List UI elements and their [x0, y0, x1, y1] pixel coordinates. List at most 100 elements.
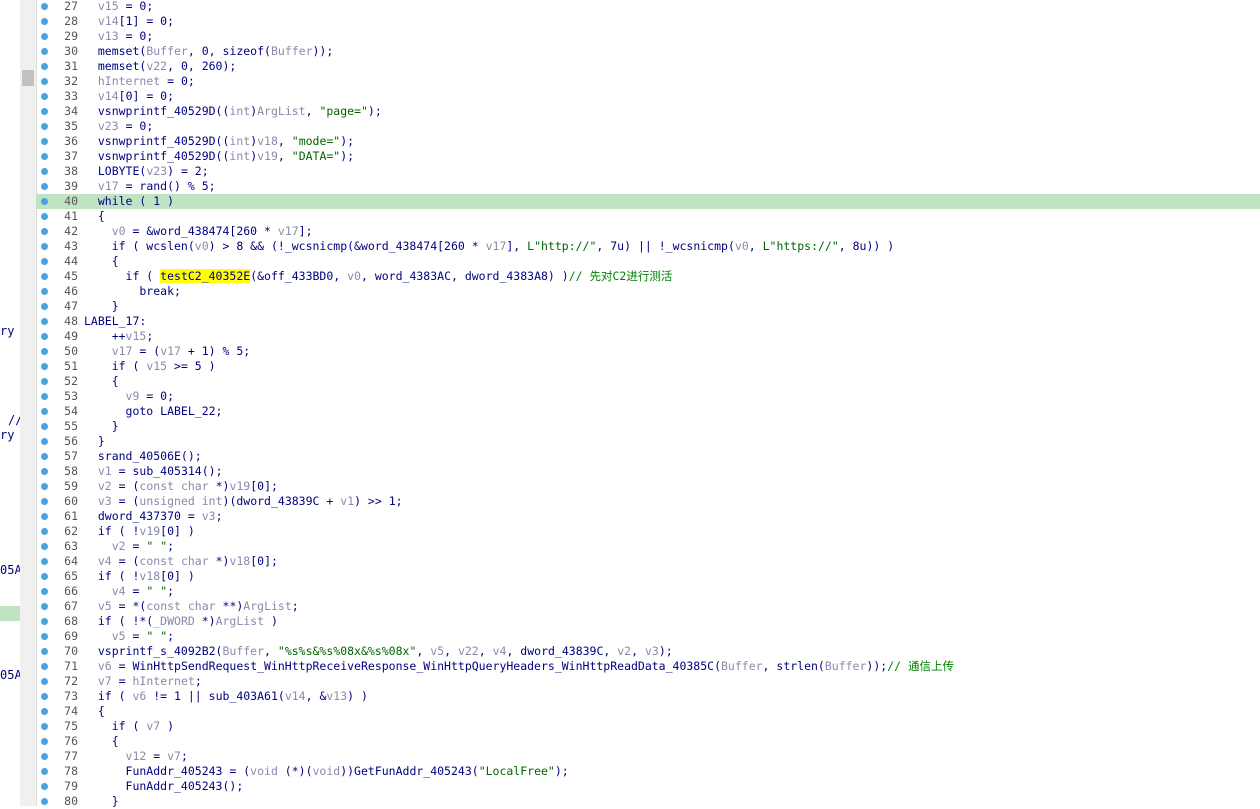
- code-line[interactable]: 68 if ( !*(_DWORD *)ArgList ): [36, 614, 1260, 629]
- code-text[interactable]: {: [84, 209, 105, 224]
- code-text[interactable]: hInternet = 0;: [84, 74, 195, 89]
- breakpoint-dot-icon[interactable]: [41, 647, 48, 655]
- breakpoint-dot-icon[interactable]: [41, 467, 48, 475]
- code-line[interactable]: 63 v2 = " ";: [36, 539, 1260, 554]
- breakpoint-dot-icon[interactable]: [41, 452, 48, 460]
- code-text[interactable]: v13 = 0;: [84, 29, 153, 44]
- code-text[interactable]: v0 = &word_438474[260 * v17];: [84, 224, 313, 239]
- breakpoint-dot-icon[interactable]: [41, 767, 48, 775]
- code-line[interactable]: 50 v17 = (v17 + 1) % 5;: [36, 344, 1260, 359]
- code-text[interactable]: if ( v6 != 1 || sub_403A61(v14, &v13) ): [84, 689, 368, 704]
- code-line[interactable]: 38 LOBYTE(v23) = 2;: [36, 164, 1260, 179]
- code-line[interactable]: 78 FunAddr_405243 = (void (*)(void))GetF…: [36, 764, 1260, 779]
- code-line[interactable]: 79 FunAddr_405243();: [36, 779, 1260, 794]
- code-text[interactable]: dword_437370 = v3;: [84, 509, 223, 524]
- code-line[interactable]: 61 dword_437370 = v3;: [36, 509, 1260, 524]
- breakpoint-dot-icon[interactable]: [41, 557, 48, 565]
- code-line[interactable]: 43 if ( wcslen(v0) > 8 && (!_wcsnicmp(&w…: [36, 239, 1260, 254]
- breakpoint-dot-icon[interactable]: [41, 17, 48, 25]
- code-line[interactable]: 45 if ( testC2_40352E(&off_433BD0, v0, w…: [36, 269, 1260, 284]
- code-line[interactable]: 55 }: [36, 419, 1260, 434]
- code-text[interactable]: {: [84, 254, 119, 269]
- code-text[interactable]: }: [84, 299, 119, 314]
- code-line[interactable]: 34 vsnwprintf_40529D((int)ArgList, "page…: [36, 104, 1260, 119]
- code-line[interactable]: 48 LABEL_17:: [36, 314, 1260, 329]
- code-line[interactable]: 76 {: [36, 734, 1260, 749]
- code-text[interactable]: v3 = (unsigned int)(dword_43839C + v1) >…: [84, 494, 403, 509]
- code-line[interactable]: 70 vsprintf_s_4092B2(Buffer, "%s%s&%s%08…: [36, 644, 1260, 659]
- code-text[interactable]: v4 = (const char *)v18[0];: [84, 554, 278, 569]
- code-line[interactable]: 73 if ( v6 != 1 || sub_403A61(v14, &v13)…: [36, 689, 1260, 704]
- code-text[interactable]: v5 = *(const char **)ArgList;: [84, 599, 299, 614]
- code-text[interactable]: LABEL_17:: [84, 314, 146, 329]
- code-text[interactable]: {: [84, 734, 119, 749]
- vertical-scrollbar[interactable]: [20, 0, 37, 806]
- breakpoint-dot-icon[interactable]: [41, 77, 48, 85]
- breakpoint-dot-icon[interactable]: [41, 212, 48, 220]
- breakpoint-dot-icon[interactable]: [41, 332, 48, 340]
- code-line[interactable]: 74 {: [36, 704, 1260, 719]
- code-text[interactable]: v15 = 0;: [84, 0, 153, 14]
- code-text[interactable]: vsnwprintf_40529D((int)ArgList, "page=")…: [84, 104, 382, 119]
- breakpoint-dot-icon[interactable]: [41, 497, 48, 505]
- breakpoint-dot-icon[interactable]: [41, 62, 48, 70]
- breakpoint-dot-icon[interactable]: [41, 692, 48, 700]
- code-line[interactable]: 40 while ( 1 ): [36, 194, 1260, 209]
- code-text[interactable]: {: [84, 374, 119, 389]
- code-text[interactable]: memset(v22, 0, 260);: [84, 59, 237, 74]
- breakpoint-dot-icon[interactable]: [41, 137, 48, 145]
- code-text[interactable]: goto LABEL_22;: [84, 404, 223, 419]
- breakpoint-dot-icon[interactable]: [41, 287, 48, 295]
- code-line[interactable]: 32 hInternet = 0;: [36, 74, 1260, 89]
- code-text[interactable]: v14[1] = 0;: [84, 14, 174, 29]
- code-line[interactable]: 47 }: [36, 299, 1260, 314]
- code-text[interactable]: v23 = 0;: [84, 119, 153, 134]
- breakpoint-dot-icon[interactable]: [41, 377, 48, 385]
- breakpoint-dot-icon[interactable]: [41, 707, 48, 715]
- breakpoint-dot-icon[interactable]: [41, 107, 48, 115]
- code-line[interactable]: 49 ++v15;: [36, 329, 1260, 344]
- code-line[interactable]: 71 v6 = WinHttpSendRequest_WinHttpReceiv…: [36, 659, 1260, 674]
- breakpoint-dot-icon[interactable]: [41, 407, 48, 415]
- breakpoint-dot-icon[interactable]: [41, 92, 48, 100]
- code-text[interactable]: {: [84, 704, 105, 719]
- code-text[interactable]: }: [84, 794, 119, 809]
- breakpoint-dot-icon[interactable]: [41, 437, 48, 445]
- breakpoint-dot-icon[interactable]: [41, 317, 48, 325]
- code-line[interactable]: 67 v5 = *(const char **)ArgList;: [36, 599, 1260, 614]
- breakpoint-dot-icon[interactable]: [41, 737, 48, 745]
- breakpoint-dot-icon[interactable]: [41, 722, 48, 730]
- code-text[interactable]: break;: [84, 284, 181, 299]
- code-text[interactable]: }: [84, 419, 119, 434]
- code-line[interactable]: 41 {: [36, 209, 1260, 224]
- code-line[interactable]: 77 v12 = v7;: [36, 749, 1260, 764]
- code-line[interactable]: 59 v2 = (const char *)v19[0];: [36, 479, 1260, 494]
- breakpoint-dot-icon[interactable]: [41, 632, 48, 640]
- code-line[interactable]: 64 v4 = (const char *)v18[0];: [36, 554, 1260, 569]
- code-line[interactable]: 80 }: [36, 794, 1260, 809]
- breakpoint-dot-icon[interactable]: [41, 182, 48, 190]
- code-text[interactable]: FunAddr_405243();: [84, 779, 244, 794]
- code-text[interactable]: v17 = (v17 + 1) % 5;: [84, 344, 251, 359]
- code-line[interactable]: 65 if ( !v18[0] ): [36, 569, 1260, 584]
- code-text[interactable]: v14[0] = 0;: [84, 89, 174, 104]
- code-line[interactable]: 58 v1 = sub_405314();: [36, 464, 1260, 479]
- breakpoint-dot-icon[interactable]: [41, 152, 48, 160]
- breakpoint-dot-icon[interactable]: [41, 587, 48, 595]
- code-line[interactable]: 75 if ( v7 ): [36, 719, 1260, 734]
- code-line[interactable]: 44 {: [36, 254, 1260, 269]
- code-text[interactable]: vsprintf_s_4092B2(Buffer, "%s%s&%s%08x&%…: [84, 644, 673, 659]
- code-text[interactable]: v6 = WinHttpSendRequest_WinHttpReceiveRe…: [84, 659, 954, 674]
- breakpoint-dot-icon[interactable]: [41, 677, 48, 685]
- code-line[interactable]: 27 v15 = 0;: [36, 0, 1260, 14]
- code-line[interactable]: 57 srand_40506E();: [36, 449, 1260, 464]
- code-text[interactable]: if ( v7 ): [84, 719, 174, 734]
- code-line[interactable]: 28 v14[1] = 0;: [36, 14, 1260, 29]
- code-text[interactable]: if ( !*(_DWORD *)ArgList ): [84, 614, 278, 629]
- breakpoint-dot-icon[interactable]: [41, 272, 48, 280]
- code-text[interactable]: srand_40506E();: [84, 449, 202, 464]
- code-line[interactable]: 51 if ( v15 >= 5 ): [36, 359, 1260, 374]
- code-line[interactable]: 29 v13 = 0;: [36, 29, 1260, 44]
- code-text[interactable]: if ( !v18[0] ): [84, 569, 195, 584]
- breakpoint-dot-icon[interactable]: [41, 347, 48, 355]
